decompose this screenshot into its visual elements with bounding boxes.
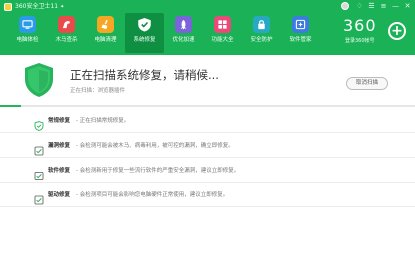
scan-progress-bar [0,105,415,107]
lock-icon [253,16,270,33]
feedback-icon[interactable]: ☰ [368,1,375,11]
repair-row[interactable]: 常规修复 - 正在扫描常规修复。 [0,111,415,133]
app-window: 360安全卫士11 ✦ ♢ ☰ ≡ — ✕ 电脑体检 木马查杀 电脑清理 系统修复 优化… [0,0,415,260]
skin-icon[interactable]: ♢ [356,1,363,11]
app-title-text: 360安全卫士11 [15,2,59,10]
nav-item-5[interactable]: 功能大全 [203,13,242,53]
nav-item-0[interactable]: 电脑体检 [8,13,47,53]
nav-item-label: 电脑清理 [94,37,117,43]
cancel-scan-button[interactable]: 取消扫描 [346,77,388,90]
nav-item-3[interactable]: 系统修复 [125,13,164,53]
nav-item-6[interactable]: 安全防护 [242,13,281,53]
scan-status-panel: 正在扫描系统修复，请稍候... 正在扫描：浏览器插件 取消扫描 [0,55,415,105]
scan-progress-fill [0,105,21,107]
nav-item-1[interactable]: 木马查杀 [47,13,86,53]
status-title: 正在扫描系统修复，请稍候... [70,68,219,82]
bug-icon [34,141,44,156]
menu-icon[interactable]: ≡ [380,1,387,11]
title-bar: 360安全卫士11 ✦ ♢ ☰ ≡ — ✕ [0,0,415,12]
repair-row[interactable]: 漏洞修复 - 会检测可能会被木马、病毒利用，被可控的漏洞，确立即修复。 [0,136,415,158]
avatar[interactable] [341,2,349,10]
scan-target-text: 正在扫描：浏览器插件 [70,88,126,94]
brand[interactable]: 360 登录360帐号 [343,17,387,47]
repair-name: 常规修复 [48,118,71,124]
minimize-icon[interactable]: — [392,1,399,11]
nav-item-label: 功能大全 [211,37,234,43]
repair-name: 软件修复 [48,168,71,174]
repair-row[interactable]: 驱动修复 - 会检测项目可能会影响您电脑硬件正常使用，建议立即修复。 [0,185,415,207]
shield-check-icon [135,15,154,34]
repair-row[interactable]: 软件修复 - 会检测新用于修复一些流行软件的严重安全漏洞，建议立即修复。 [0,161,415,183]
horse-icon [58,16,75,33]
repair-name: 驱动修复 [48,192,71,198]
nav-item-label: 软件管家 [289,37,312,43]
nav-item-label: 安全防护 [250,37,273,43]
upgrade-icon[interactable]: ✦ [60,3,64,11]
brand-logo: 360 [343,16,377,35]
close-icon[interactable]: ✕ [404,1,411,11]
main-nav: 电脑体检 木马查杀 电脑清理 系统修复 优化加速 功能大全 安全防护 软件管家 [8,13,320,53]
nav-item-4[interactable]: 优化加速 [164,13,203,53]
header-bar: 360安全卫士11 ✦ ♢ ☰ ≡ — ✕ 电脑体检 木马查杀 电脑清理 系统修复 优化… [0,0,415,55]
window-controls: ♢ ☰ ≡ — ✕ [341,1,411,11]
repair-description: - 会检测新用于修复一些流行软件的严重安全漏洞，建议立即修复。 [76,168,240,174]
monitor-icon [19,16,36,33]
login-link[interactable]: 登录360帐号 [345,38,375,44]
grid-icon [214,16,231,33]
software-icon [34,166,44,180]
nav-item-label: 电脑体检 [16,37,39,43]
nav-item-7[interactable]: 软件管家 [281,13,320,53]
repair-description: - 会检测可能会被木马、病毒利用，被可控的漏洞，确立即修复。 [76,143,234,149]
nav-item-label: 木马查杀 [55,37,78,43]
rocket-icon [175,16,192,33]
driver-icon [34,190,44,205]
app-logo-icon [4,2,12,11]
repair-description: - 正在扫描常规修复。 [76,118,130,124]
app-title: 360安全卫士11 ✦ [4,2,64,11]
shield-check-icon [25,63,53,97]
add-plus-button[interactable]: + [388,22,406,40]
nav-item-2[interactable]: 电脑清理 [86,13,125,53]
repair-name: 漏洞修复 [48,143,71,149]
shield-scan-icon [34,116,44,131]
repair-description: - 会检测项目可能会影响您电脑硬件正常使用，建议立即修复。 [76,192,229,198]
nav-item-label: 系统修复 [133,37,156,43]
broom-icon [97,16,114,33]
nav-item-label: 优化加速 [172,37,195,43]
apps-icon [292,16,309,33]
